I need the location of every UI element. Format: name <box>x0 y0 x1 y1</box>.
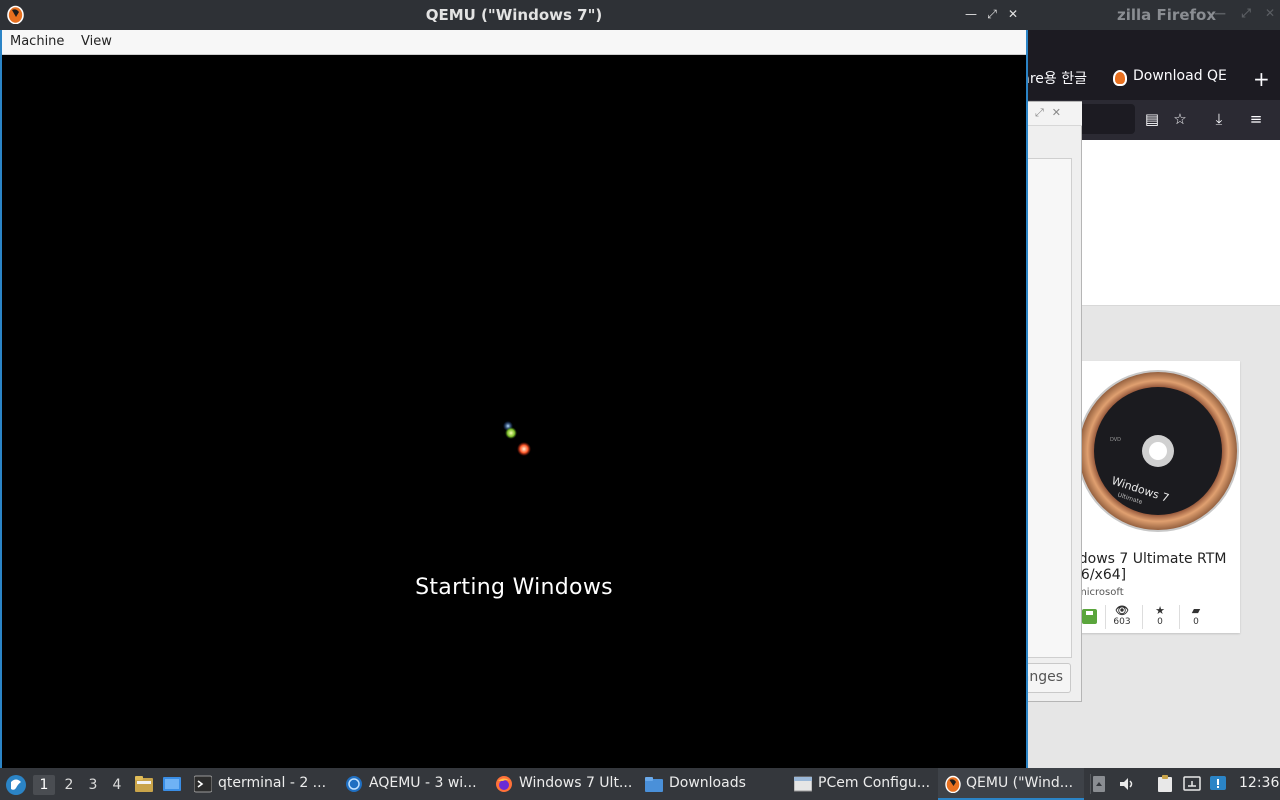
clock[interactable]: 12:36 <box>1239 775 1279 791</box>
comments-stat[interactable]: ▰ 0 <box>1181 604 1211 627</box>
task-pcem[interactable]: PCem Configu... <box>794 768 934 800</box>
eye-icon: 👁 <box>1115 604 1129 617</box>
qemu-menubar: Machine View <box>2 30 1026 55</box>
aqemu-icon <box>346 776 362 792</box>
menu-view[interactable]: View <box>81 34 112 49</box>
tray-separator <box>1090 774 1091 794</box>
stars-count: 0 <box>1157 617 1163 627</box>
close-icon[interactable]: ✕ <box>1263 6 1277 20</box>
divider <box>1142 605 1143 629</box>
task-downloads[interactable]: Downloads <box>645 768 785 800</box>
workspace-4[interactable]: 4 <box>106 775 128 795</box>
firefox-tab[interactable]: are용 한글 <box>1027 68 1087 88</box>
clipboard-icon[interactable] <box>1156 775 1174 793</box>
firefox-icon <box>496 776 512 792</box>
notification-icon[interactable] <box>1209 775 1227 793</box>
minimize-icon[interactable]: — <box>1213 6 1227 20</box>
dialog-window-buttons[interactable]: ⤢✕ <box>1035 106 1069 120</box>
tab-label: are용 한글 <box>1027 71 1087 87</box>
qemu-window[interactable]: QEMU ("Windows 7") — ⤢ ✕ Machine View St… <box>0 0 1028 768</box>
task-label: QEMU ("Wind... <box>966 775 1074 791</box>
download-icon[interactable]: ⤓ <box>1210 110 1228 128</box>
desktop: zilla Firefox — ⤢ ✕ are용 한글 Download QE … <box>0 0 1280 800</box>
volume-icon[interactable] <box>1118 775 1136 793</box>
qemu-window-title: QEMU ("Windows 7") <box>425 6 603 24</box>
task-label: AQEMU - 3 wi... <box>369 775 477 791</box>
task-label: PCem Configu... <box>818 775 931 791</box>
qemu-titlebar[interactable]: QEMU ("Windows 7") — ⤢ ✕ <box>0 0 1028 30</box>
dialog-panel <box>1027 158 1072 658</box>
maximize-icon[interactable]: ⤢ <box>1239 6 1253 20</box>
show-desktop-icon[interactable] <box>162 775 182 793</box>
maximize-icon[interactable]: ⤢ <box>985 7 999 21</box>
firefox-tab-bar: are용 한글 Download QE + <box>1027 30 1280 100</box>
task-qterminal[interactable]: qterminal - 2 ... <box>194 768 334 800</box>
background-dialog[interactable]: ⤢✕ anges <box>1027 101 1082 702</box>
network-icon[interactable] <box>1183 775 1201 793</box>
download-title-line-1: indows 7 Ultimate RTM <box>1072 551 1227 567</box>
task-label: qterminal - 2 ... <box>218 775 327 791</box>
download-card[interactable]: Windows 7 Ultimate DVD indows 7 Ultimate… <box>1072 361 1240 633</box>
workspace-3[interactable]: 3 <box>82 775 104 795</box>
windows-boot-orb-animation <box>503 421 531 456</box>
menu-machine[interactable]: Machine <box>10 34 64 49</box>
close-icon[interactable]: ✕ <box>1006 7 1020 21</box>
download-author[interactable]: microsoft <box>1077 587 1124 598</box>
divider <box>1105 605 1106 629</box>
bookmark-star-icon[interactable]: ☆ <box>1171 110 1189 128</box>
task-qemu[interactable]: QEMU ("Wind... <box>938 768 1084 800</box>
boot-status-text: Starting Windows <box>415 575 613 600</box>
taskbar: 1 2 3 4 qterminal - 2 ... AQEMU - 3 wi.. <box>0 768 1280 800</box>
window-icon <box>794 776 812 792</box>
terminal-icon <box>194 775 212 793</box>
task-label: Downloads <box>669 775 746 791</box>
workspace-1[interactable]: 1 <box>33 775 55 795</box>
qemu-icon <box>945 775 961 793</box>
tray-expand-icon[interactable] <box>1092 775 1106 793</box>
folder-icon <box>645 777 663 792</box>
divider <box>1179 605 1180 629</box>
download-stats: 👁 603 ★ 0 ▰ 0 <box>1072 601 1240 631</box>
apply-changes-button[interactable]: anges <box>1027 663 1071 693</box>
workspace-2[interactable]: 2 <box>58 775 80 795</box>
views-stat: 👁 603 <box>1107 604 1137 627</box>
task-aqemu[interactable]: AQEMU - 3 wi... <box>345 768 485 800</box>
task-firefox[interactable]: Windows 7 Ult... <box>495 768 635 800</box>
new-tab-button[interactable]: + <box>1253 69 1270 89</box>
file-manager-icon[interactable] <box>134 775 154 793</box>
comments-count: 0 <box>1193 617 1199 627</box>
comment-icon: ▰ <box>1191 604 1201 617</box>
firefox-window-title: zilla Firefox <box>1117 6 1216 24</box>
firefox-titlebar[interactable]: zilla Firefox — ⤢ ✕ <box>1027 0 1280 30</box>
start-menu-icon[interactable] <box>5 774 27 796</box>
reader-view-icon[interactable]: ▤ <box>1143 110 1161 128</box>
star-icon: ★ <box>1155 604 1165 617</box>
windows-7-dvd-image: Windows 7 Ultimate DVD <box>1080 370 1239 532</box>
dialog-titlebar[interactable]: ⤢✕ <box>1027 102 1082 126</box>
minimize-icon[interactable]: — <box>964 7 978 21</box>
views-count: 603 <box>1113 617 1131 627</box>
firefox-tab-download-qemu[interactable]: Download QE <box>1113 68 1255 88</box>
tab-label: Download QE <box>1133 68 1227 84</box>
button-label: anges <box>1027 669 1063 685</box>
qemu-favicon-icon <box>1113 70 1127 86</box>
vm-display[interactable]: Starting Windows <box>2 55 1026 768</box>
menu-hamburger-icon[interactable]: ≡ <box>1247 110 1265 128</box>
stars-stat[interactable]: ★ 0 <box>1145 604 1175 627</box>
save-icon[interactable] <box>1082 609 1097 624</box>
svg-text:DVD: DVD <box>1110 437 1121 443</box>
task-label: Windows 7 Ult... <box>519 775 633 791</box>
download-title[interactable]: indows 7 Ultimate RTM 86/x64] <box>1072 551 1240 583</box>
